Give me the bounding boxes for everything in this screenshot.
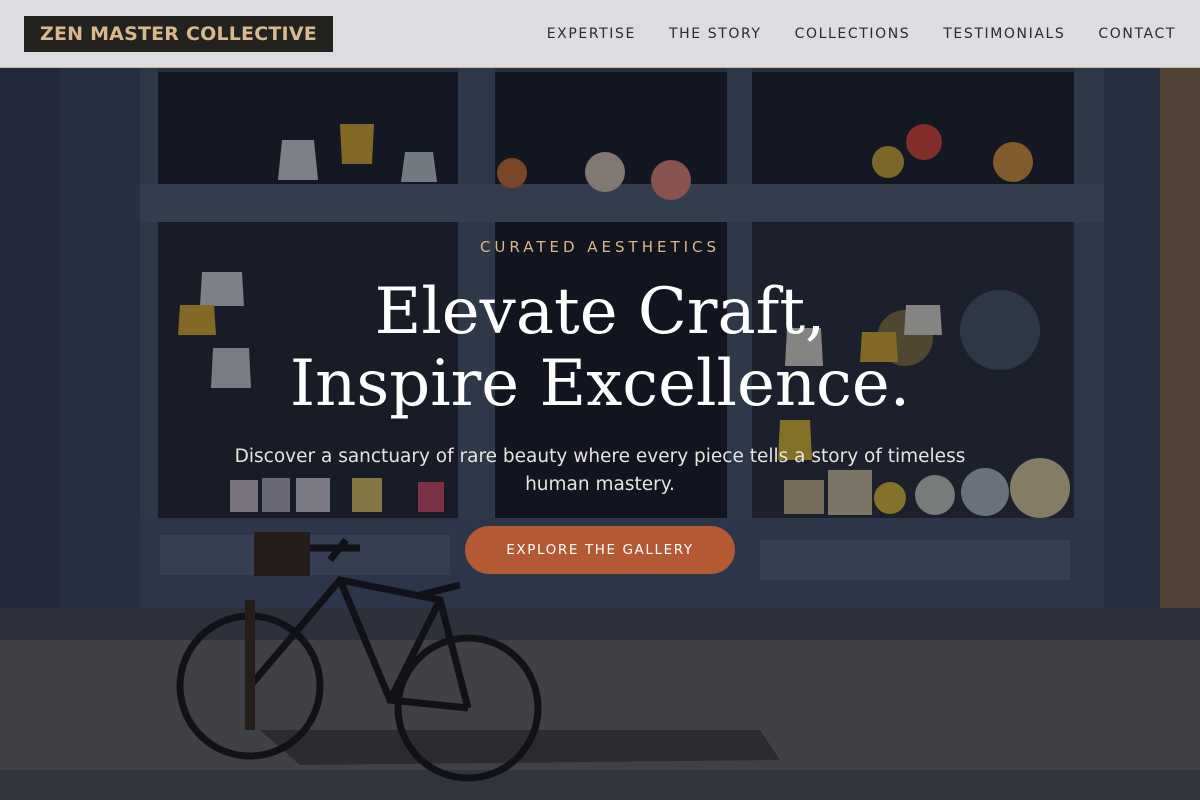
hero-content: CURATED AESTHETICS Elevate Craft, Inspir…: [0, 68, 1200, 800]
hero-subtitle: Discover a sanctuary of rare beauty wher…: [234, 446, 966, 495]
nav-link-collections[interactable]: COLLECTIONS: [795, 26, 911, 42]
nav-link-testimonials[interactable]: TESTIMONIALS: [943, 26, 1065, 42]
explore-gallery-button[interactable]: EXPLORE THE GALLERY: [465, 526, 735, 574]
hero-title: Elevate Craft, Inspire Excellence.: [0, 276, 1200, 420]
hero-title-line-1: Elevate Craft,: [374, 275, 826, 349]
nav-link-expertise[interactable]: EXPERTISE: [547, 26, 636, 42]
hero-title-line-2: Inspire Excellence.: [289, 347, 911, 421]
nav-link-contact[interactable]: CONTACT: [1098, 26, 1176, 42]
hero-eyebrow: CURATED AESTHETICS: [479, 238, 721, 256]
main-nav: EXPERTISE THE STORY COLLECTIONS TESTIMON…: [514, 0, 1176, 68]
brand-logo[interactable]: ZEN MASTER COLLECTIVE: [24, 16, 333, 52]
site-header: ZEN MASTER COLLECTIVE EXPERTISE THE STOR…: [0, 0, 1200, 68]
nav-link-the-story[interactable]: THE STORY: [669, 26, 762, 42]
